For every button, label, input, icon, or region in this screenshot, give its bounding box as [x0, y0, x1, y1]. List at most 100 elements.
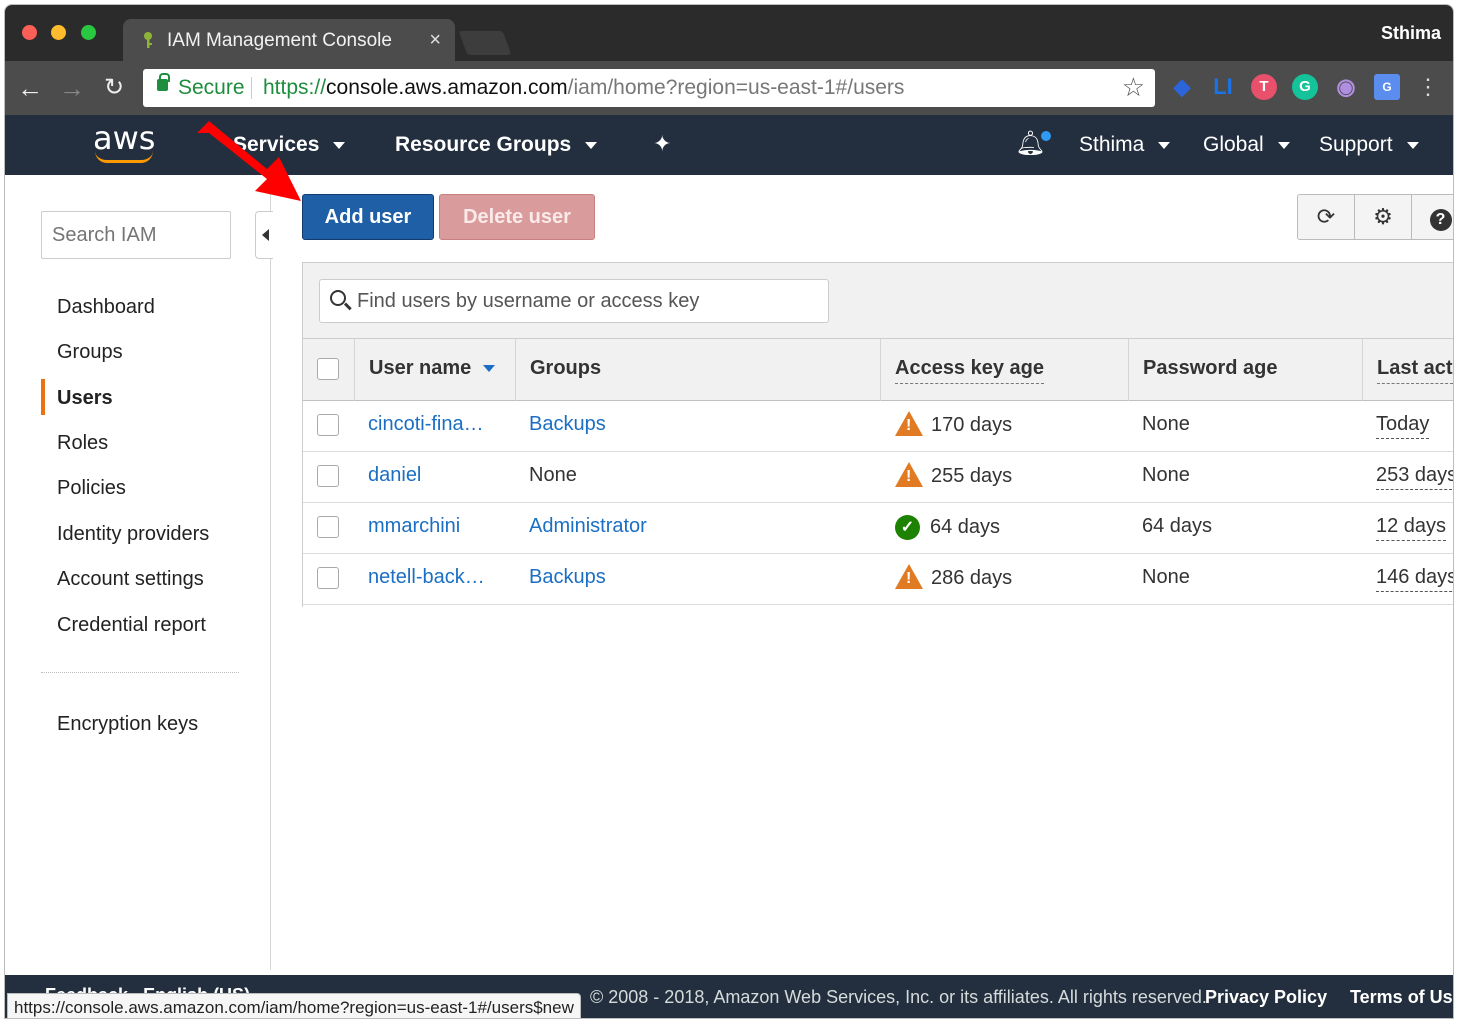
password-age-cell: None: [1142, 566, 1190, 588]
sidebar-item-encryption-keys[interactable]: Encryption keys: [57, 713, 198, 736]
back-arrow-icon[interactable]: ←: [13, 71, 47, 105]
refresh-icon[interactable]: ⟳: [1298, 195, 1355, 239]
link-preview-status-bar: https://console.aws.amazon.com/iam/home?…: [7, 993, 581, 1018]
url-path: /iam/home?region=us-east-1#/users: [567, 76, 905, 99]
user-name-link[interactable]: mmarchini: [368, 515, 460, 538]
collapse-sidebar-button[interactable]: [255, 211, 273, 259]
forward-arrow-icon[interactable]: →: [55, 71, 89, 105]
warning-icon: [895, 462, 923, 487]
extension-diamond-icon[interactable]: ◆: [1169, 74, 1195, 100]
row-checkbox[interactable]: [317, 414, 339, 436]
access-key-age-value: 64 days: [930, 515, 1001, 538]
address-bar[interactable]: Secure https://console.aws.amazon.com/ia…: [143, 69, 1155, 107]
access-key-age-cell: 255 days: [895, 462, 1012, 489]
bookmark-star-icon[interactable]: ☆: [1122, 72, 1145, 103]
support-menu[interactable]: Support: [1319, 133, 1419, 157]
account-menu[interactable]: Sthima: [1079, 133, 1171, 157]
column-last-activity[interactable]: Last act: [1362, 339, 1453, 401]
table-row[interactable]: cincoti-fina… Backups 170 days None Toda…: [303, 401, 1453, 452]
search-icon: [330, 290, 346, 306]
browser-menu-icon[interactable]: ⋮: [1417, 73, 1439, 101]
group-link[interactable]: Administrator: [529, 515, 647, 538]
column-access-key-age-label: Access key age: [895, 357, 1045, 384]
column-last-activity-label: Last act: [1377, 357, 1453, 384]
group-link[interactable]: Backups: [529, 413, 606, 436]
help-icon[interactable]: ?: [1412, 195, 1453, 239]
last-activity-cell: 12 days: [1376, 515, 1447, 541]
extension-t-icon[interactable]: T: [1251, 74, 1277, 100]
find-users-input[interactable]: Find users by username or access key: [319, 279, 829, 323]
sort-descending-icon: [483, 365, 496, 373]
user-name-link[interactable]: netell-back…: [368, 566, 485, 589]
warning-icon: [895, 411, 923, 436]
resource-groups-label: Resource Groups: [395, 133, 572, 156]
search-iam-input[interactable]: [41, 211, 231, 259]
group-cell: None: [529, 464, 577, 486]
group-link[interactable]: Backups: [529, 566, 606, 589]
browser-profile-name[interactable]: Sthima: [1381, 23, 1441, 44]
extension-translate-icon[interactable]: G: [1374, 74, 1400, 100]
minimize-window-button[interactable]: [51, 25, 66, 40]
maximize-window-button[interactable]: [81, 25, 96, 40]
account-label: Sthima: [1079, 133, 1145, 156]
browser-tab[interactable]: IAM Management Console ×: [123, 19, 455, 61]
sidebar-item-users[interactable]: Users: [57, 387, 113, 410]
sidebar-item-account-settings[interactable]: Account settings: [57, 568, 204, 591]
region-label: Global: [1203, 133, 1264, 156]
row-checkbox[interactable]: [317, 465, 339, 487]
delete-user-button[interactable]: Delete user: [439, 194, 595, 240]
extension-grammarly-icon[interactable]: G: [1292, 74, 1318, 100]
table-row[interactable]: daniel None 255 days None 253 days: [303, 452, 1453, 503]
resource-groups-menu[interactable]: Resource Groups: [395, 133, 598, 157]
privacy-policy-link[interactable]: Privacy Policy: [1205, 987, 1327, 1008]
access-key-age-value: 286 days: [931, 566, 1013, 589]
browser-window: IAM Management Console × Sthima ← → ↻ Se…: [4, 4, 1454, 1019]
column-access-key-age[interactable]: Access key age: [880, 339, 1128, 401]
password-age-cell: 64 days: [1142, 515, 1213, 537]
sidebar-item-groups[interactable]: Groups: [57, 341, 123, 364]
reload-icon[interactable]: ↻: [97, 71, 131, 105]
table-row[interactable]: netell-back… Backups 286 days None 146 d…: [303, 554, 1453, 605]
aws-logo-smile: [95, 151, 153, 163]
row-checkbox[interactable]: [317, 516, 339, 538]
chevron-down-icon: [1277, 141, 1290, 149]
gear-icon[interactable]: ⚙: [1355, 195, 1412, 239]
select-all-checkbox[interactable]: [317, 358, 339, 380]
user-name-link[interactable]: cincoti-fina…: [368, 413, 484, 436]
extension-li-icon[interactable]: LI: [1210, 74, 1236, 100]
region-menu[interactable]: Global: [1203, 133, 1290, 157]
table-tools: ⟳ ⚙ ?: [1297, 194, 1453, 240]
last-activity-cell: 146 days: [1376, 566, 1453, 592]
last-activity-cell: Today: [1376, 413, 1430, 439]
sidebar-item-policies[interactable]: Policies: [57, 477, 126, 500]
new-tab-button[interactable]: [458, 31, 512, 55]
column-user-name[interactable]: User name: [354, 339, 515, 401]
tab-strip: IAM Management Console × Sthima: [5, 5, 1453, 61]
find-users-placeholder: Find users by username or access key: [357, 290, 700, 312]
user-name-link[interactable]: daniel: [368, 464, 421, 487]
pin-icon[interactable]: ✦: [653, 131, 671, 157]
key-icon: [144, 32, 152, 48]
row-checkbox[interactable]: [317, 567, 339, 589]
column-password-age[interactable]: Password age: [1128, 339, 1362, 401]
terms-of-use-link[interactable]: Terms of Use: [1350, 987, 1453, 1008]
close-window-button[interactable]: [22, 25, 37, 40]
url-host: console.aws.amazon.com: [326, 76, 568, 99]
sidebar-item-identity-providers[interactable]: Identity providers: [57, 523, 209, 546]
sidebar-item-dashboard[interactable]: Dashboard: [57, 296, 155, 319]
tab-close-icon[interactable]: ×: [429, 29, 441, 52]
url-text[interactable]: https://console.aws.amazon.com/iam/home?…: [263, 76, 904, 100]
add-user-button[interactable]: Add user: [302, 194, 434, 240]
secure-label: Secure: [178, 76, 245, 99]
sidebar-item-credential-report[interactable]: Credential report: [57, 614, 206, 637]
tab-title: IAM Management Console: [167, 30, 392, 51]
notification-dot: [1041, 131, 1051, 141]
column-groups[interactable]: Groups: [515, 339, 880, 401]
table-row[interactable]: mmarchini Administrator ✓ 64 days 64 days…: [303, 503, 1453, 554]
extension-cat-icon[interactable]: ◉: [1333, 74, 1359, 100]
password-age-cell: None: [1142, 464, 1190, 486]
table-search-bar: Find users by username or access key: [303, 263, 1453, 339]
sidebar-divider: [41, 672, 239, 673]
chevron-down-icon: [585, 141, 598, 149]
sidebar-item-roles[interactable]: Roles: [57, 432, 108, 455]
